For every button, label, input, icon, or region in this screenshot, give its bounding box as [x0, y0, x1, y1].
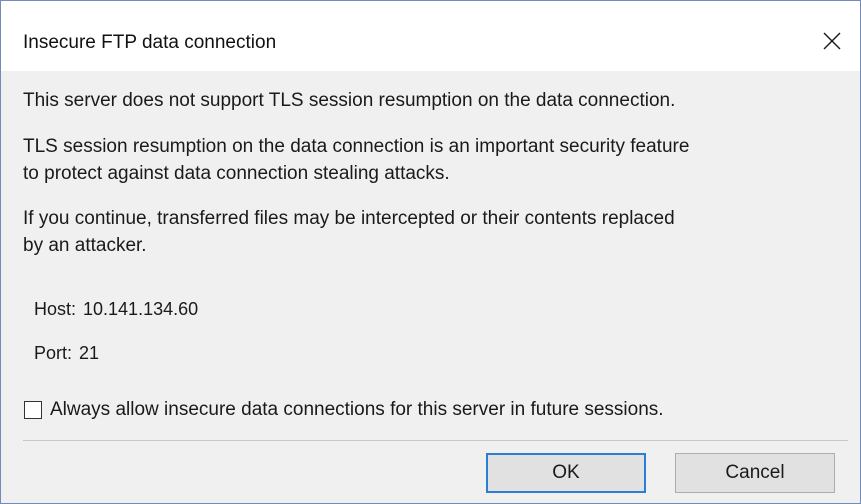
message-text: by an attacker.	[23, 235, 147, 256]
message-paragraph-2: TLS session resumption on the data conne…	[23, 133, 848, 187]
close-button[interactable]	[804, 19, 860, 63]
host-label: Host:	[34, 299, 77, 319]
always-allow-checkbox[interactable]	[24, 401, 42, 419]
close-icon	[823, 32, 841, 50]
host-value: 10.141.134.60	[83, 299, 199, 319]
message-line-1: This server does not support TLS session…	[23, 87, 848, 114]
message-text: TLS session resumption on the data conne…	[23, 136, 690, 157]
port-value: 21	[79, 343, 100, 363]
ok-button[interactable]: OK	[486, 453, 646, 493]
message-text: If you continue, transferred files may b…	[23, 208, 675, 229]
port-row: Port: 21	[34, 343, 99, 364]
separator	[23, 440, 848, 441]
cancel-button[interactable]: Cancel	[675, 453, 835, 493]
always-allow-option[interactable]: Always allow insecure data connections f…	[24, 398, 664, 422]
dialog-title: Insecure FTP data connection	[23, 32, 277, 53]
host-row: Host: 10.141.134.60	[34, 299, 198, 320]
port-label: Port:	[34, 343, 73, 363]
dialog-content: This server does not support TLS session…	[1, 71, 860, 503]
always-allow-label[interactable]: Always allow insecure data connections f…	[50, 399, 664, 421]
title-bar: Insecure FTP data connection	[1, 1, 860, 71]
message-text: This server does not support TLS session…	[23, 90, 676, 111]
dialog-window: Insecure FTP data connection This server…	[0, 0, 861, 504]
message-text: to protect against data connection steal…	[23, 163, 450, 184]
message-paragraph-3: If you continue, transferred files may b…	[23, 205, 848, 259]
